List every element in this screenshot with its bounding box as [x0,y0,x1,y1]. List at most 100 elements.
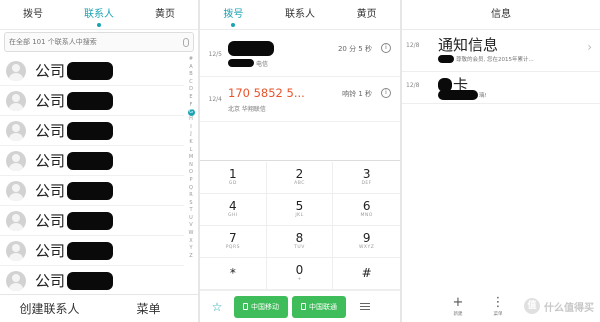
index-letter[interactable]: U [189,215,193,223]
index-letter[interactable]: X [189,238,192,246]
index-letter[interactable]: F [190,102,193,110]
key-letters: MNO [360,213,373,218]
contact-row[interactable]: 公司 [0,86,184,116]
key-letters: JKL [295,213,304,218]
dial-key[interactable]: * [200,258,267,290]
menu-icon[interactable] [360,301,370,312]
key-digit: 0 [295,263,304,277]
tab-contacts[interactable]: 联系人 [267,0,334,30]
redacted-text [228,59,254,67]
redacted-number [228,40,274,56]
dial-key[interactable]: 4 GHI [200,194,267,226]
index-letter[interactable]: Z [189,253,192,261]
info-icon[interactable]: i [381,43,391,53]
dial-key[interactable]: 0 + [266,258,334,290]
key-digit: 1 [229,167,237,181]
dialer-tab-bar: 拨号 联系人 黄页 [200,0,400,30]
avatar [6,60,26,81]
contact-row[interactable]: 公司 [0,146,184,176]
redacted-name [67,241,114,260]
index-letter[interactable]: S [189,200,192,208]
index-letter[interactable]: A [189,64,192,72]
tab-yellow-pages[interactable]: 黄页 [132,0,198,30]
call-log-row[interactable]: 12/4 170 5852 5... 北京 华翔联信 响铃 1 秒 i [200,77,400,122]
index-letter[interactable]: E [189,94,192,102]
dialer-screen: 拨号 联系人 黄页 12/5 电信 20 分 5 秒 i 12/4 170 58… [200,0,400,322]
index-letter[interactable]: D [189,86,193,94]
key-letters: PQRS [225,245,240,250]
watermark: 值 什么值得买 [524,298,594,314]
dial-key[interactable]: 9 WXYZ [333,226,400,258]
tab-yellow-pages[interactable]: 黄页 [333,0,400,30]
key-letters: WXYZ [358,245,375,250]
index-letter[interactable]: L [190,147,193,155]
dial-key[interactable]: 8 TUV [266,226,334,258]
redacted-text [438,90,478,100]
contact-row[interactable]: 公司 [0,206,184,236]
avatar [6,240,26,261]
contact-row[interactable]: 公司 [0,176,184,206]
contact-row[interactable]: 公司 [0,236,184,266]
index-letter[interactable]: V [189,222,192,230]
call-log-row[interactable]: 12/5 电信 20 分 5 秒 i [200,32,400,77]
watermark-text: 什么值得买 [544,302,594,314]
microphone-icon[interactable] [183,37,189,47]
contact-row[interactable]: 公司 [0,266,184,296]
new-message-button[interactable]: + 新建 [438,295,478,317]
index-letter[interactable]: # [189,56,193,64]
keypad-divider [200,160,400,161]
index-letter[interactable]: W [189,230,194,238]
index-letter[interactable]: G [187,109,195,117]
index-letter[interactable]: O [189,169,193,177]
index-letter[interactable]: H [189,116,193,124]
alphabet-index[interactable]: # A B C D E F G H I J K L M N O P Q R S T U V W X Y Z [186,56,196,260]
index-letter[interactable]: I [190,124,191,132]
tab-dialer[interactable]: 拨号 [200,0,267,30]
star-icon[interactable]: ☆ [200,300,234,314]
dial-key[interactable]: 1 GD [200,162,267,194]
contacts-tab-bar: 拨号 联系人 黄页 [0,0,198,30]
contact-search-input[interactable] [9,38,183,46]
index-letter[interactable]: M [189,154,193,162]
redacted-name [67,271,114,290]
call-button-china-mobile[interactable]: 中国移动 [234,295,288,318]
message-thread[interactable]: 12/8 通知信息 尊敬的会员, 您在2015年累计... › [402,32,600,72]
dial-key[interactable]: 3 DEF [333,162,400,194]
key-letters: + [297,277,302,282]
dial-key[interactable]: 5 JKL [266,194,334,226]
dial-key[interactable]: 7 PQRS [200,226,267,258]
dial-key[interactable]: # [333,258,400,290]
redacted-text [438,55,454,63]
tab-contacts[interactable]: 联系人 [66,0,132,30]
carrier-label: 电信 [256,60,269,68]
info-icon[interactable]: i [381,88,391,98]
contact-row[interactable]: 公司 [0,116,184,146]
call-button-china-unicom[interactable]: 中国联通 [292,295,346,318]
message-thread[interactable]: 12/8 卡 璃! [402,72,600,104]
create-contact-button[interactable]: 创建联系人 [0,300,99,317]
call-number [228,40,400,57]
call-log: 12/5 电信 20 分 5 秒 i 12/4 170 5852 5... 北京… [200,32,400,122]
index-letter[interactable]: K [189,139,192,147]
index-letter[interactable]: B [189,71,192,79]
index-letter[interactable]: P [189,177,192,185]
messages-menu-button[interactable]: ⋮ 菜单 [478,295,518,317]
index-letter[interactable]: T [189,207,192,215]
dial-key[interactable]: 2 ABC [266,162,334,194]
index-letter[interactable]: N [189,162,193,170]
index-letter[interactable]: R [189,192,192,200]
call-date: 12/5 [208,50,222,58]
message-date: 12/8 [406,42,420,49]
redacted-name [67,181,114,200]
index-letter[interactable]: C [189,79,193,87]
menu-button[interactable]: 菜单 [99,300,198,317]
contact-search-bar[interactable] [4,32,194,52]
dial-keypad: 1 GD 2 ABC 3 DEF 4 GHI 5 JKL 6 MNO 7 PQRS 8 TUV 9 WXYZ * 0 +… [200,162,400,290]
contact-row[interactable]: 公司 [0,56,184,86]
key-digit: 4 [229,199,237,213]
dial-key[interactable]: 6 MNO [333,194,400,226]
tab-dialer[interactable]: 拨号 [0,0,66,30]
index-letter[interactable]: Y [189,245,192,253]
index-letter[interactable]: J [190,131,191,139]
index-letter[interactable]: Q [189,185,193,193]
